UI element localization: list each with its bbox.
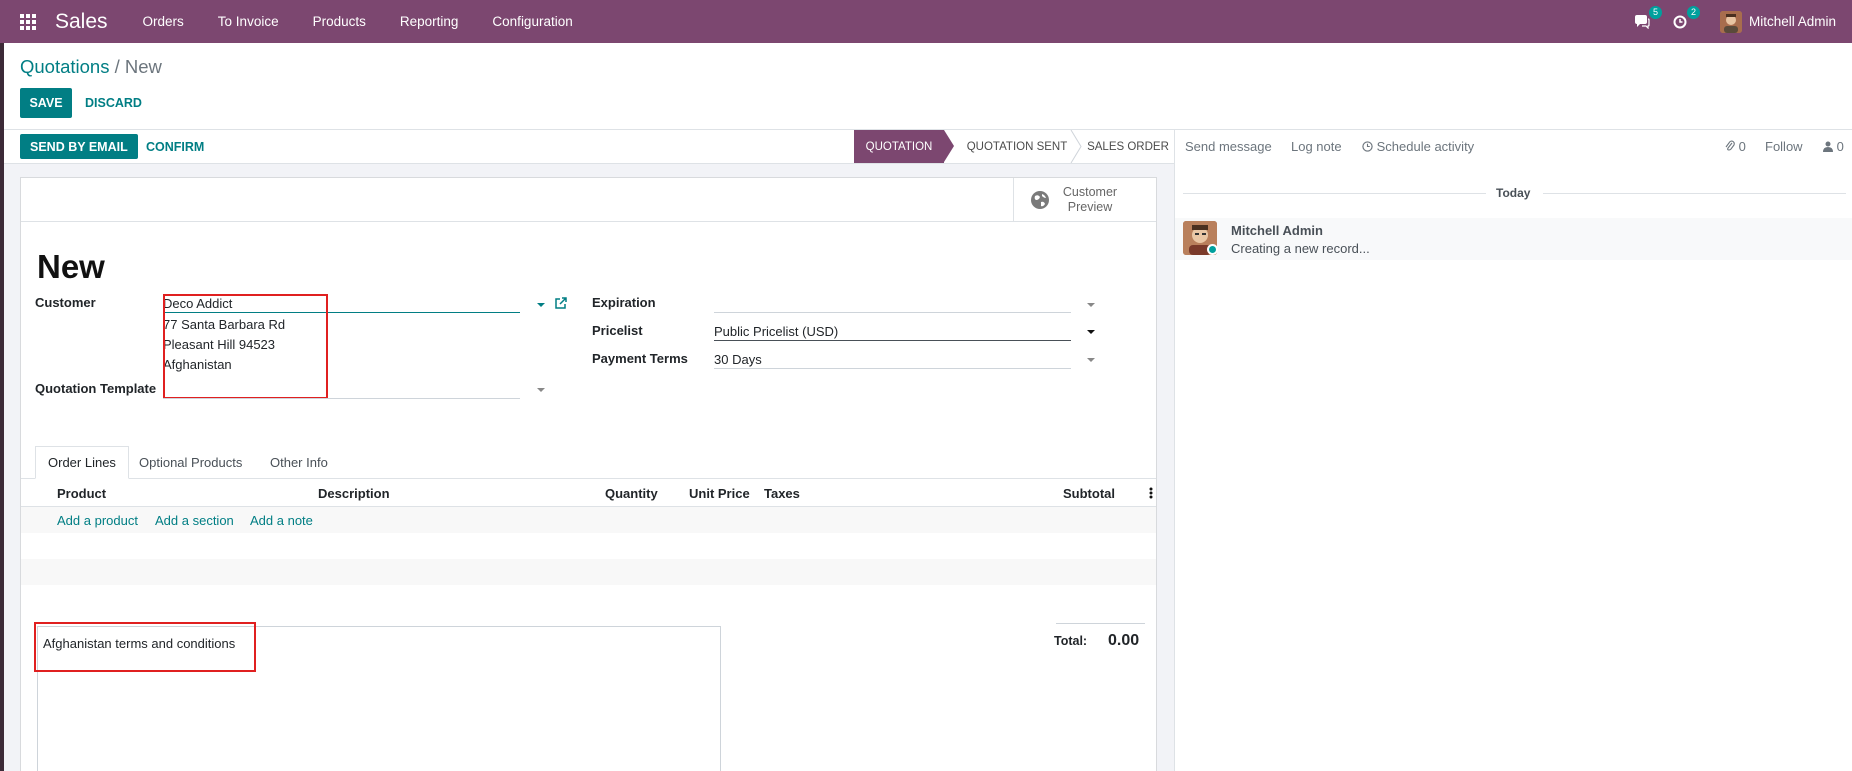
schedule-activity-label: Schedule activity: [1376, 139, 1475, 154]
expiration-dropdown-icon[interactable]: [1087, 303, 1095, 307]
stage-arrow: [944, 130, 954, 162]
statusbar: SEND BY EMAIL CONFIRM QUOTATION QUOTATIO…: [4, 130, 1174, 164]
payment-terms-underline: [714, 368, 1071, 369]
customer-highlight-box: [163, 294, 328, 399]
date-separator: Today: [1175, 186, 1852, 200]
add-section-link[interactable]: Add a section: [155, 513, 234, 528]
date-line-right: [1543, 193, 1846, 194]
user-name[interactable]: Mitchell Admin: [1749, 14, 1836, 29]
menu-orders[interactable]: Orders: [143, 14, 184, 29]
empty-row: [21, 559, 1156, 585]
payment-terms-select[interactable]: 30 Days: [714, 352, 762, 367]
tab-order-lines[interactable]: Order Lines: [35, 446, 129, 479]
online-status-icon: [1207, 244, 1218, 255]
column-product[interactable]: Product: [57, 486, 106, 501]
app-brand[interactable]: Sales: [55, 10, 108, 34]
template-dropdown-icon[interactable]: [537, 388, 545, 392]
user-icon: [1823, 141, 1833, 152]
pricelist-label: Pricelist: [592, 323, 643, 338]
terms-highlight-box: [34, 622, 256, 672]
follow-button[interactable]: Follow: [1765, 139, 1803, 154]
messages-badge: 5: [1648, 5, 1662, 19]
payment-terms-dropdown-icon[interactable]: [1087, 358, 1095, 362]
add-note-link[interactable]: Add a note: [250, 513, 313, 528]
schedule-activity-button[interactable]: Schedule activity: [1362, 139, 1474, 154]
send-message-button[interactable]: Send message: [1185, 139, 1272, 154]
discard-button[interactable]: DISCARD: [85, 88, 142, 118]
payment-terms-label: Payment Terms: [592, 351, 688, 366]
log-note-button[interactable]: Log note: [1291, 139, 1342, 154]
pricelist-dropdown-icon[interactable]: [1087, 330, 1095, 334]
menu-to-invoice[interactable]: To Invoice: [218, 14, 279, 29]
quotation-template-label: Quotation Template: [35, 381, 157, 396]
template-underline: [163, 398, 520, 399]
chatter-topbar: Send message Log note Schedule activity …: [1175, 130, 1852, 164]
pricelist-select[interactable]: Public Pricelist (USD): [714, 324, 838, 339]
total-label: Total:: [1054, 634, 1088, 648]
chatter-message: Mitchell Admin Creating a new record...: [1175, 218, 1852, 260]
top-navbar: Sales Orders To Invoice Products Reporti…: [0, 0, 1852, 43]
button-box: Customer Preview: [21, 178, 1156, 222]
user-avatar[interactable]: [1719, 10, 1742, 33]
order-lines-header: Product Description Quantity Unit Price …: [21, 479, 1156, 507]
customer-dropdown-icon[interactable]: [537, 303, 545, 307]
preview-label-1: Customer: [1062, 185, 1118, 199]
form-area: SEND BY EMAIL CONFIRM QUOTATION QUOTATIO…: [4, 129, 1174, 771]
form-sheet: Customer Preview New Customer Deco Addic…: [20, 177, 1157, 771]
customer-label: Customer: [35, 295, 96, 310]
add-product-link[interactable]: Add a product: [57, 513, 138, 528]
total-value: 0.00: [1108, 632, 1140, 649]
total-separator: [1056, 623, 1145, 624]
external-link-icon[interactable]: [554, 296, 568, 310]
activities-badge: 2: [1686, 5, 1700, 19]
clock-icon: [1362, 141, 1373, 152]
add-line-row: Add a product Add a section Add a note: [21, 507, 1156, 533]
followers-button[interactable]: 0: [1823, 139, 1844, 154]
attachments-button[interactable]: 0: [1725, 139, 1746, 154]
menu-configuration[interactable]: Configuration: [492, 14, 572, 29]
column-description[interactable]: Description: [318, 486, 390, 501]
messages-icon[interactable]: 5: [1632, 5, 1662, 32]
menu-reporting[interactable]: Reporting: [400, 14, 459, 29]
column-quantity[interactable]: Quantity: [605, 486, 658, 501]
date-separator-text: Today: [1496, 186, 1531, 200]
pricelist-underline: [714, 340, 1071, 341]
stage-quotation[interactable]: QUOTATION: [854, 130, 944, 163]
tab-optional-products[interactable]: Optional Products: [126, 446, 255, 479]
breadcrumb-current: New: [124, 56, 162, 77]
breadcrumb-quotations[interactable]: Quotations: [20, 56, 109, 77]
save-button[interactable]: SAVE: [20, 88, 72, 118]
stage-sales-order[interactable]: SALES ORDER: [1082, 130, 1174, 163]
stage-separator: [1070, 130, 1082, 163]
chatter-panel: Send message Log note Schedule activity …: [1174, 129, 1852, 771]
record-title: New: [37, 248, 105, 285]
column-subtotal[interactable]: Subtotal: [1063, 486, 1115, 501]
confirm-button[interactable]: CONFIRM: [146, 134, 204, 159]
stage-quotation-sent[interactable]: QUOTATION SENT: [962, 130, 1072, 163]
expiration-underline: [714, 312, 1071, 313]
menu-products[interactable]: Products: [313, 14, 366, 29]
message-author[interactable]: Mitchell Admin: [1231, 223, 1323, 238]
attachments-count: 0: [1738, 139, 1746, 154]
empty-row: [21, 533, 1156, 559]
activities-icon[interactable]: 2: [1670, 5, 1700, 32]
date-line-left: [1183, 193, 1486, 194]
tab-other-info[interactable]: Other Info: [257, 446, 341, 479]
breadcrumb-separator: /: [114, 56, 120, 77]
message-body: Creating a new record...: [1231, 241, 1370, 256]
preview-label-2: Preview: [1067, 200, 1113, 214]
send-by-email-button[interactable]: SEND BY EMAIL: [20, 134, 138, 159]
breadcrumb: Quotations / New: [20, 56, 162, 78]
optional-columns-icon[interactable]: [1149, 487, 1153, 499]
apps-menu-icon[interactable]: [20, 13, 38, 31]
column-taxes[interactable]: Taxes: [764, 486, 800, 501]
globe-icon: [1031, 191, 1049, 209]
notebook-tabs: Order Lines Optional Products Other Info: [21, 446, 1156, 479]
paperclip-icon: [1725, 140, 1735, 151]
expiration-label: Expiration: [592, 295, 656, 310]
customer-preview-button[interactable]: Customer Preview: [1013, 178, 1156, 222]
column-unit-price[interactable]: Unit Price: [689, 486, 750, 501]
followers-count: 0: [1836, 139, 1844, 154]
